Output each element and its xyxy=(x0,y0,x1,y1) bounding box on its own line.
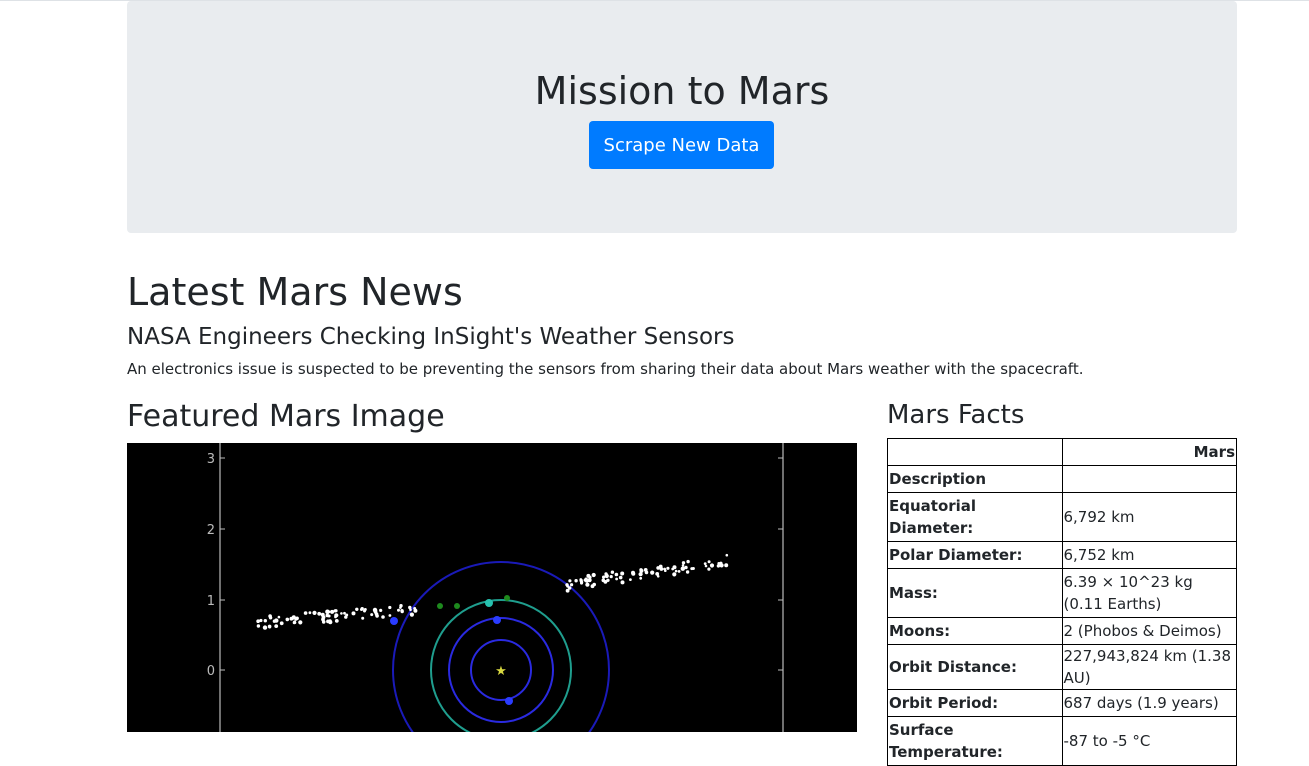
scrape-new-data-button[interactable]: Scrape New Data xyxy=(589,121,774,169)
featured-mars-image: 3 2 1 0 ★ xyxy=(127,443,857,732)
facts-row: Mass: 6.39 × 10^23 kg (0.11 Earths) xyxy=(887,568,1237,618)
y-tick-label: 2 xyxy=(207,523,215,538)
facts-row: Orbit Period: 687 days (1.9 years) xyxy=(887,689,1237,717)
mars-facts-table: Mars Description Equatorial Diameter: 6,… xyxy=(887,438,1237,766)
facts-row: Description xyxy=(887,465,1237,493)
mars-facts-heading: Mars Facts xyxy=(887,400,1025,430)
facts-row-label: Description xyxy=(887,465,1063,493)
facts-row-value: 6.39 × 10^23 kg (0.11 Earths) xyxy=(1061,568,1237,618)
facts-row: Moons: 2 (Phobos & Deimos) xyxy=(887,617,1237,645)
facts-row: Surface Temperature: -87 to -5 °C xyxy=(887,716,1237,766)
facts-row-label: Orbit Period: xyxy=(887,689,1063,717)
facts-row-label: Surface Temperature: xyxy=(887,716,1063,766)
y-tick-label: 1 xyxy=(207,594,215,609)
facts-row-label: Mass: xyxy=(887,568,1063,618)
facts-row-value: 6,792 km xyxy=(1061,492,1237,542)
facts-row-value: 227,943,824 km (1.38 AU) xyxy=(1061,644,1237,690)
facts-header-empty xyxy=(887,438,1063,466)
facts-row-value: -87 to -5 °C xyxy=(1061,716,1237,766)
facts-row-label: Equatorial Diameter: xyxy=(887,492,1063,542)
facts-row-value: 6,752 km xyxy=(1061,541,1237,569)
facts-row: Orbit Distance: 227,943,824 km (1.38 AU) xyxy=(887,644,1237,690)
y-tick-label: 3 xyxy=(207,452,215,467)
featured-image-heading: Featured Mars Image xyxy=(127,399,445,434)
facts-row: Polar Diameter: 6,752 km xyxy=(887,541,1237,569)
facts-row-label: Orbit Distance: xyxy=(887,644,1063,690)
page-title: Mission to Mars xyxy=(534,69,830,113)
facts-row-value: 2 (Phobos & Deimos) xyxy=(1061,617,1237,645)
facts-column-header: Mars xyxy=(1061,438,1237,466)
latest-news-heading: Latest Mars News xyxy=(127,270,463,314)
jumbotron: Mission to Mars Scrape New Data xyxy=(127,1,1237,233)
news-title: NASA Engineers Checking InSight's Weathe… xyxy=(127,324,735,350)
facts-header-row: Mars xyxy=(887,438,1237,466)
y-tick-label: 0 xyxy=(207,664,215,679)
featured-image-graphic: 3 2 1 0 ★ xyxy=(127,443,857,732)
facts-row-label: Polar Diameter: xyxy=(887,541,1063,569)
facts-row: Equatorial Diameter: 6,792 km xyxy=(887,492,1237,542)
facts-row-value xyxy=(1061,465,1237,493)
facts-row-label: Moons: xyxy=(887,617,1063,645)
facts-row-value: 687 days (1.9 years) xyxy=(1061,689,1237,717)
news-paragraph: An electronics issue is suspected to be … xyxy=(127,360,1084,378)
svg-text:★: ★ xyxy=(495,664,507,679)
